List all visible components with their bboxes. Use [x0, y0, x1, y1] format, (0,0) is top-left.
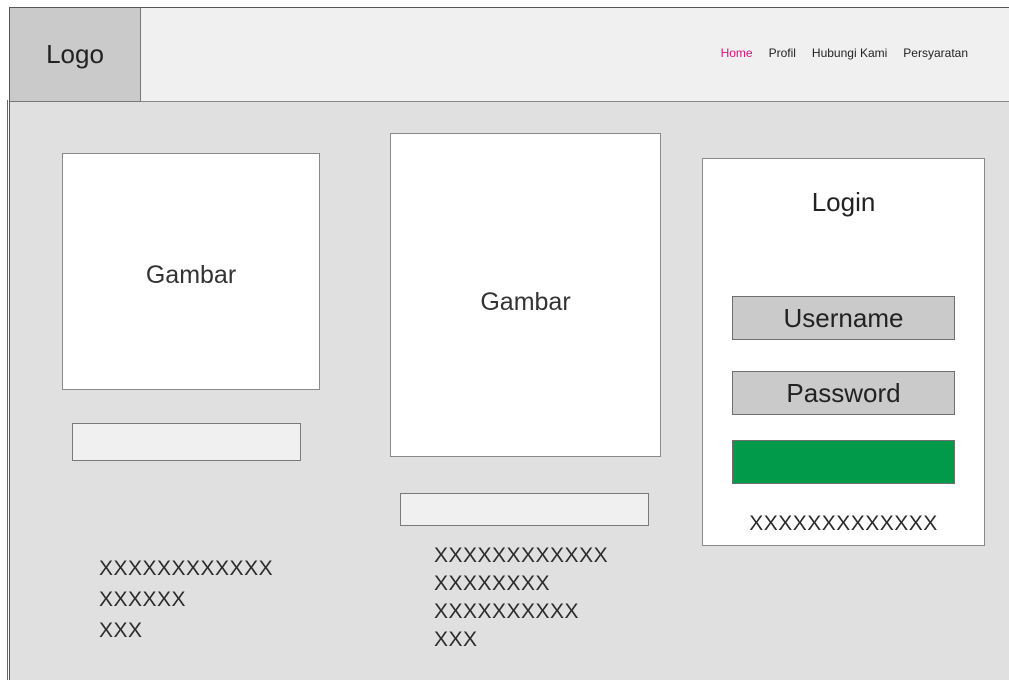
card-2-text-line: XXXXXXXXXXXX [434, 544, 609, 567]
card-2-text-line: XXXXXXXX [434, 572, 551, 595]
card-2-text: XXXXXXXXXXXX XXXXXXXX XXXXXXXXXX XXX [434, 543, 608, 653]
card-1-text-line: XXXXXX [99, 588, 187, 611]
nav-profil[interactable]: Profil [769, 46, 796, 60]
main-nav: Home Profil Hubungi Kami Persyaratan [721, 46, 968, 60]
page-frame: Logo Home Profil Hubungi Kami Persyarata… [9, 7, 1009, 680]
card-1-text: XXXXXXXXXXXX XXXXXX XXX [99, 556, 273, 644]
card-1-image: Gambar [62, 153, 320, 390]
username-field[interactable] [732, 296, 955, 340]
card-2-title-bar[interactable] [400, 493, 649, 526]
logo-text: Logo [46, 39, 104, 69]
card-2-image-label: Gambar [480, 288, 571, 316]
login-title: Login [811, 187, 876, 217]
logo[interactable]: Logo [10, 8, 141, 102]
password-field[interactable] [732, 371, 955, 415]
card-1-title-bar[interactable] [72, 423, 301, 461]
header: Logo Home Profil Hubungi Kami Persyarata… [10, 8, 1009, 102]
card-1-text-line: XXX [99, 619, 143, 642]
login-footer-text: XXXXXXXXXXXXX [749, 512, 938, 535]
card-2-image: Gambar [390, 133, 661, 457]
login-panel: Login XXXXXXXXXXXXX [702, 158, 985, 546]
nav-hubungi-kami[interactable]: Hubungi Kami [812, 46, 887, 60]
left-edge-line [7, 100, 8, 680]
card-2-text-line: XXX [434, 628, 478, 651]
card-1-text-line: XXXXXXXXXXXX [99, 557, 274, 580]
card-1-image-label: Gambar [145, 261, 237, 289]
nav-persyaratan[interactable]: Persyaratan [903, 46, 968, 60]
nav-home[interactable]: Home [721, 46, 753, 60]
login-button[interactable] [732, 440, 955, 484]
card-2-text-line: XXXXXXXXXX [434, 600, 580, 623]
